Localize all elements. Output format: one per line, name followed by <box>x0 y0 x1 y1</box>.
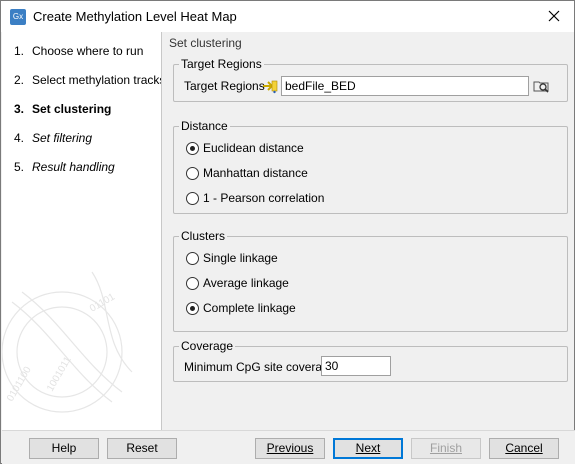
radio-label: Average linkage <box>203 276 289 290</box>
step-set-filtering: 4. Set filtering <box>14 131 92 145</box>
svg-text:1001011: 1001011 <box>45 355 74 394</box>
cancel-button[interactable]: Cancel <box>489 438 559 459</box>
step-number: 4. <box>14 131 25 145</box>
dialog-window: Gx Create Methylation Level Heat Map 1. C… <box>0 0 575 464</box>
radio-complete-linkage[interactable]: Complete linkage <box>186 301 296 315</box>
distance-group: Distance Euclidean distance Manhattan di… <box>173 119 568 214</box>
previous-button-label: Previous <box>266 441 314 455</box>
radio-label: Single linkage <box>203 251 278 265</box>
previous-button[interactable]: Previous <box>255 438 325 459</box>
target-regions-input[interactable]: bedFile_BED <box>281 76 529 96</box>
radio-label: Euclidean distance <box>203 141 304 155</box>
step-number: 5. <box>14 160 25 174</box>
window-title: Create Methylation Level Heat Map <box>33 9 237 24</box>
target-regions-group-label: Target Regions <box>179 57 264 71</box>
coverage-group: Coverage Minimum CpG site coverage 30 <box>173 339 568 382</box>
step-label: Select methylation tracks <box>32 73 162 87</box>
track-arrow-icon <box>263 80 278 94</box>
step-set-clustering: 3. Set clustering <box>14 102 111 116</box>
title-bar: Gx Create Methylation Level Heat Map <box>1 1 574 32</box>
target-regions-field-label: Target Regions <box>184 79 265 93</box>
steps-pane: 1. Choose where to run 2. Select methylati… <box>2 32 162 430</box>
radio-button-checked[interactable] <box>186 301 199 315</box>
radio-button[interactable] <box>186 276 199 290</box>
help-button[interactable]: Help <box>29 438 99 459</box>
close-icon <box>548 10 560 22</box>
step-label: Result handling <box>32 160 115 174</box>
button-bar: Help Reset Previous Next Finish Cancel <box>2 430 575 464</box>
cancel-button-label: Cancel <box>505 441 543 455</box>
step-label: Set clustering <box>32 102 112 116</box>
radio-button-checked[interactable] <box>186 141 199 155</box>
settings-pane: Set clustering Target Regions Target Reg… <box>163 32 574 430</box>
app-icon: Gx <box>10 9 26 25</box>
radio-button[interactable] <box>186 251 199 265</box>
browse-folder-icon <box>533 81 549 93</box>
step-choose-where-to-run: 1. Choose where to run <box>14 44 143 58</box>
radio-label: Complete linkage <box>203 301 296 315</box>
clusters-group-label: Clusters <box>179 229 228 243</box>
step-label: Set filtering <box>32 131 93 145</box>
section-title: Set clustering <box>169 36 242 50</box>
radio-button[interactable] <box>186 191 199 205</box>
step-number: 2. <box>14 73 25 87</box>
radio-euclidean-distance[interactable]: Euclidean distance <box>186 141 304 155</box>
close-button[interactable] <box>534 1 574 32</box>
radio-label: Manhattan distance <box>203 166 308 180</box>
radio-button[interactable] <box>186 166 199 180</box>
step-number: 1. <box>14 44 25 58</box>
radio-label: 1 - Pearson correlation <box>203 191 325 205</box>
step-number: 3. <box>14 102 25 116</box>
reset-button[interactable]: Reset <box>107 438 177 459</box>
clusters-group: Clusters Single linkage Average linkage … <box>173 229 568 332</box>
finish-button[interactable]: Finish <box>411 438 481 459</box>
coverage-field-label: Minimum CpG site coverage <box>184 360 336 374</box>
radio-single-linkage[interactable]: Single linkage <box>186 251 278 265</box>
coverage-group-label: Coverage <box>179 339 236 353</box>
radio-manhattan-distance[interactable]: Manhattan distance <box>186 166 308 180</box>
distance-group-label: Distance <box>179 119 230 133</box>
step-label: Choose where to run <box>32 44 144 58</box>
step-result-handling: 5. Result handling <box>14 160 115 174</box>
coverage-input[interactable]: 30 <box>321 356 391 376</box>
next-button[interactable]: Next <box>333 438 403 459</box>
dna-watermark-icon: 0101100 1001011 01101 <box>2 271 133 413</box>
radio-average-linkage[interactable]: Average linkage <box>186 276 289 290</box>
step-select-methylation-tracks: 2. Select methylation tracks <box>14 73 162 87</box>
finish-button-label: Finish <box>429 441 462 455</box>
browse-button[interactable] <box>532 76 552 96</box>
next-button-label: Next <box>355 441 381 455</box>
target-regions-group: Target Regions Target Regions bedFile_BE… <box>173 57 568 102</box>
radio-pearson-correlation[interactable]: 1 - Pearson correlation <box>186 191 324 205</box>
